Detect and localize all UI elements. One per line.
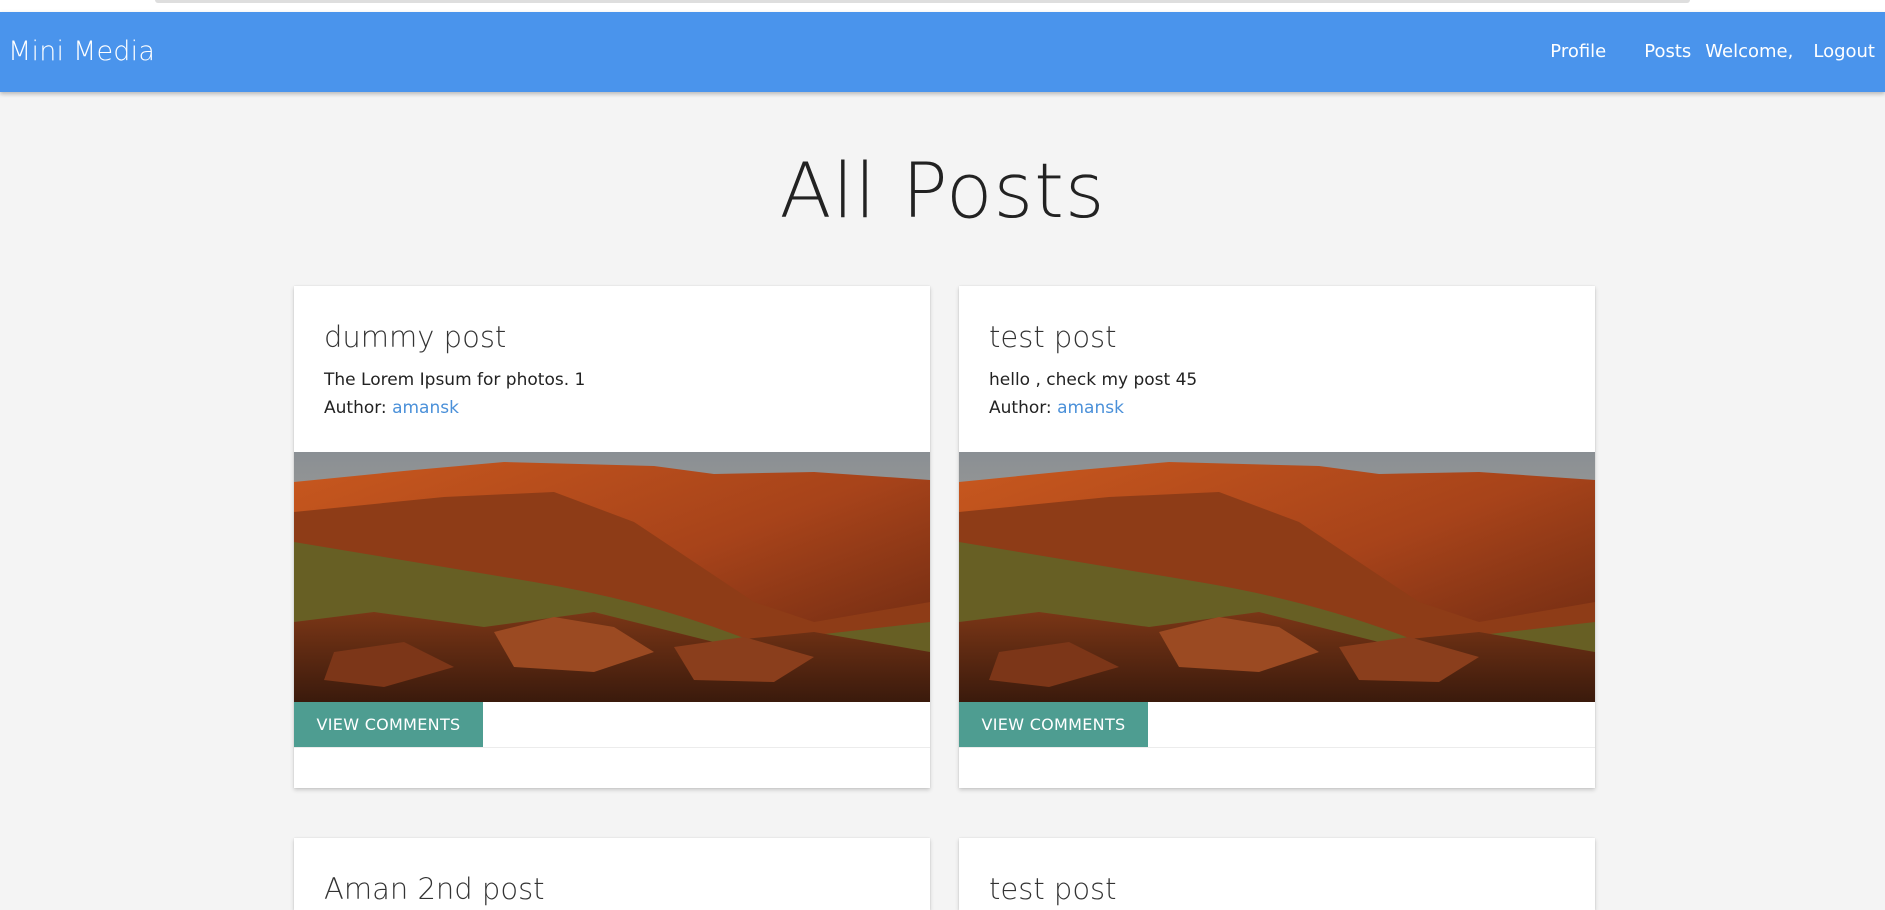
post-card: test post (959, 838, 1595, 910)
author-label: Author: (324, 398, 387, 418)
post-image (294, 452, 930, 702)
post-description: The Lorem Ipsum for photos. 1 (324, 370, 586, 390)
post-card: dummy post The Lorem Ipsum for photos. 1… (294, 286, 930, 788)
post-description: hello , check my post 45 (989, 370, 1198, 390)
page-title: All Posts (779, 146, 1106, 235)
navbar: Mini Media Profile Posts Welcome, Logout (0, 12, 1885, 92)
nav-logout-link[interactable]: Logout (1813, 41, 1875, 62)
post-author-line: Author: amansk (989, 398, 1124, 418)
nav-links: Profile Posts Welcome, Logout (1550, 41, 1875, 62)
view-comments-button[interactable]: VIEW COMMENTS (294, 702, 483, 747)
card-divider (294, 747, 930, 748)
post-author-line: Author: amansk (324, 398, 459, 418)
author-link[interactable]: amansk (1057, 398, 1124, 418)
author-link[interactable]: amansk (392, 398, 459, 418)
post-card: Aman 2nd post (294, 838, 930, 910)
nav-profile-link[interactable]: Profile (1550, 41, 1606, 62)
author-label: Author: (989, 398, 1052, 418)
post-image (959, 452, 1595, 702)
brand-logo[interactable]: Mini Media (8, 36, 155, 67)
card-divider (959, 747, 1595, 748)
welcome-text: Welcome, (1705, 41, 1794, 62)
post-title: test post (989, 320, 1117, 354)
post-title: dummy post (324, 320, 507, 354)
post-title: Aman 2nd post (324, 872, 545, 906)
post-title: test post (989, 872, 1117, 906)
post-card: test post hello , check my post 45 Autho… (959, 286, 1595, 788)
view-comments-button[interactable]: VIEW COMMENTS (959, 702, 1148, 747)
browser-top-strip (0, 0, 1885, 12)
nav-posts-link[interactable]: Posts (1644, 41, 1691, 62)
scroll-indicator (155, 0, 1690, 3)
